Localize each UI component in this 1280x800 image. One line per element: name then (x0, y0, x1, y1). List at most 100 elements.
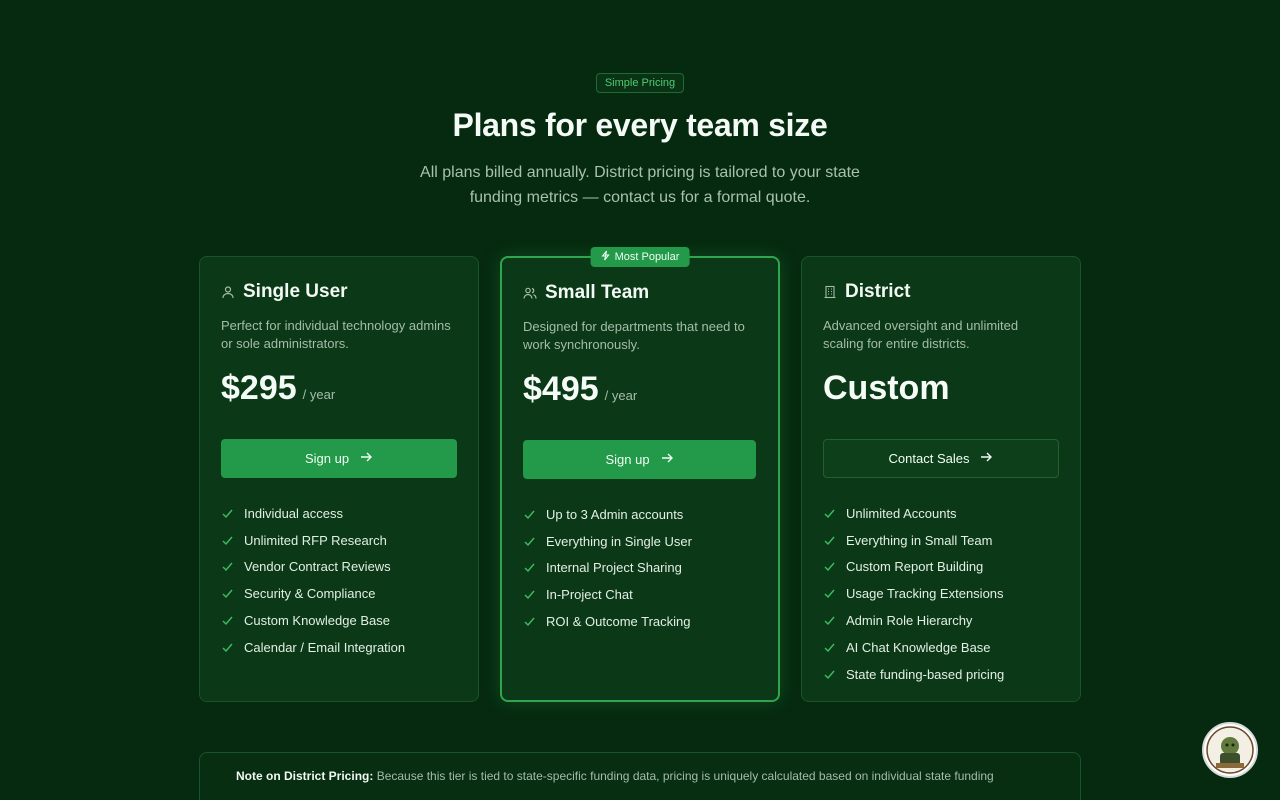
check-icon (823, 507, 836, 520)
avatar[interactable] (1202, 722, 1258, 778)
plan-name: Small Team (545, 282, 650, 303)
plan-name: Single User (243, 281, 348, 302)
arrow-right-icon (979, 450, 993, 467)
plan-name: District (845, 281, 911, 302)
list-item: In-Project Chat (523, 581, 757, 608)
plan-period: / year (302, 387, 336, 402)
check-icon (221, 534, 234, 547)
list-item: Calendar / Email Integration (221, 634, 457, 661)
feature-label: Up to 3 Admin accounts (546, 506, 684, 522)
feature-list: Unlimited Accounts Everything in Small T… (823, 500, 1059, 688)
check-icon (523, 535, 536, 548)
feature-label: In-Project Chat (546, 587, 633, 603)
sign-up-button[interactable]: Sign up (523, 440, 756, 479)
building-icon (823, 285, 837, 299)
feature-list: Up to 3 Admin accounts Everything in Sin… (523, 501, 757, 635)
note-text: Because this tier is tied to state-speci… (376, 769, 994, 783)
most-popular-badge: Most Popular (590, 247, 690, 267)
feature-label: Unlimited RFP Research (244, 532, 387, 548)
list-item: Individual access (221, 500, 457, 527)
user-icon (221, 285, 235, 299)
plan-title: Small Team (523, 282, 757, 304)
check-icon (221, 507, 234, 520)
plan-price: Custom (823, 369, 950, 407)
plan-card-small-team: Most Popular Small Team Designed for dep… (500, 247, 780, 702)
list-item: Everything in Single User (523, 528, 757, 555)
plan-card-single-user: Single User Perfect for individual techn… (199, 256, 479, 702)
check-icon (523, 508, 536, 521)
feature-label: Everything in Small Team (846, 532, 993, 548)
check-icon (221, 614, 234, 627)
check-icon (823, 560, 836, 573)
feature-label: Usage Tracking Extensions (846, 586, 1004, 602)
feature-label: Admin Role Hierarchy (846, 613, 973, 629)
plan-price-row: $295 / year (221, 369, 457, 409)
lightning-icon (601, 250, 611, 264)
pricing-hero: Simple Pricing Plans for every team size… (0, 73, 1280, 210)
feature-label: Calendar / Email Integration (244, 639, 406, 655)
simple-pricing-badge: Simple Pricing (595, 73, 685, 93)
button-label: Sign up (605, 452, 650, 467)
list-item: State funding-based pricing (823, 661, 1059, 688)
list-item: Internal Project Sharing (523, 555, 757, 582)
list-item: Usage Tracking Extensions (823, 580, 1059, 607)
page-title: Plans for every team size (452, 107, 828, 143)
feature-label: Everything in Single User (546, 533, 692, 549)
feature-label: Internal Project Sharing (546, 560, 682, 576)
plan-card-district: District Advanced oversight and unlimite… (801, 256, 1081, 702)
plan-price-row: $495 / year (523, 370, 757, 410)
feature-label: Custom Report Building (846, 559, 984, 575)
note-label: Note on District Pricing: (236, 769, 374, 783)
plan-description: Designed for departments that need to wo… (523, 319, 745, 352)
arrow-right-icon (660, 451, 674, 468)
list-item: ROI & Outcome Tracking (523, 608, 757, 635)
plan-period: / year (604, 388, 638, 403)
button-label: Sign up (304, 451, 350, 466)
plan-description: Perfect for individual technology admins… (221, 318, 451, 351)
feature-label: Individual access (244, 505, 343, 521)
contact-sales-button[interactable]: Contact Sales (823, 439, 1059, 478)
feature-label: State funding-based pricing (846, 666, 1005, 682)
feature-label: ROI & Outcome Tracking (546, 614, 691, 630)
list-item: Everything in Small Team (823, 527, 1059, 554)
plan-price-row: Custom (823, 369, 1059, 409)
feature-list: Individual access Unlimited RFP Research… (221, 500, 457, 661)
arrow-right-icon (359, 450, 373, 467)
plan-title: District (823, 281, 1059, 303)
list-item: Vendor Contract Reviews (221, 554, 457, 581)
plan-price: $495 (523, 370, 599, 408)
mascot-logo-icon (1206, 726, 1254, 774)
list-item: Custom Knowledge Base (221, 607, 457, 634)
check-icon (823, 587, 836, 600)
district-pricing-note: Note on District Pricing: Because this t… (199, 752, 1081, 800)
check-icon (523, 588, 536, 601)
plan-description: Advanced oversight and unlimited scaling… (823, 318, 1019, 351)
sign-up-button[interactable]: Sign up (221, 439, 457, 478)
check-icon (823, 641, 836, 654)
list-item: Admin Role Hierarchy (823, 607, 1059, 634)
check-icon (221, 560, 234, 573)
feature-label: Unlimited Accounts (846, 505, 957, 521)
list-item: Custom Report Building (823, 554, 1059, 581)
check-icon (221, 641, 234, 654)
check-icon (523, 615, 536, 628)
list-item: Up to 3 Admin accounts (523, 501, 757, 528)
users-icon (523, 286, 537, 300)
list-item: AI Chat Knowledge Base (823, 634, 1059, 661)
list-item: Security & Compliance (221, 580, 457, 607)
check-icon (221, 587, 234, 600)
feature-label: AI Chat Knowledge Base (846, 639, 991, 655)
feature-label: Security & Compliance (244, 586, 376, 602)
check-icon (823, 614, 836, 627)
check-icon (823, 668, 836, 681)
badge-label: Most Popular (614, 251, 680, 263)
feature-label: Custom Knowledge Base (244, 613, 390, 629)
plan-title: Single User (221, 281, 457, 303)
feature-label: Vendor Contract Reviews (244, 559, 391, 575)
list-item: Unlimited RFP Research (221, 527, 457, 554)
check-icon (523, 561, 536, 574)
page-subtitle: All plans billed annually. District pric… (420, 164, 860, 206)
list-item: Unlimited Accounts (823, 500, 1059, 527)
check-icon (823, 534, 836, 547)
button-label: Contact Sales (888, 451, 970, 466)
